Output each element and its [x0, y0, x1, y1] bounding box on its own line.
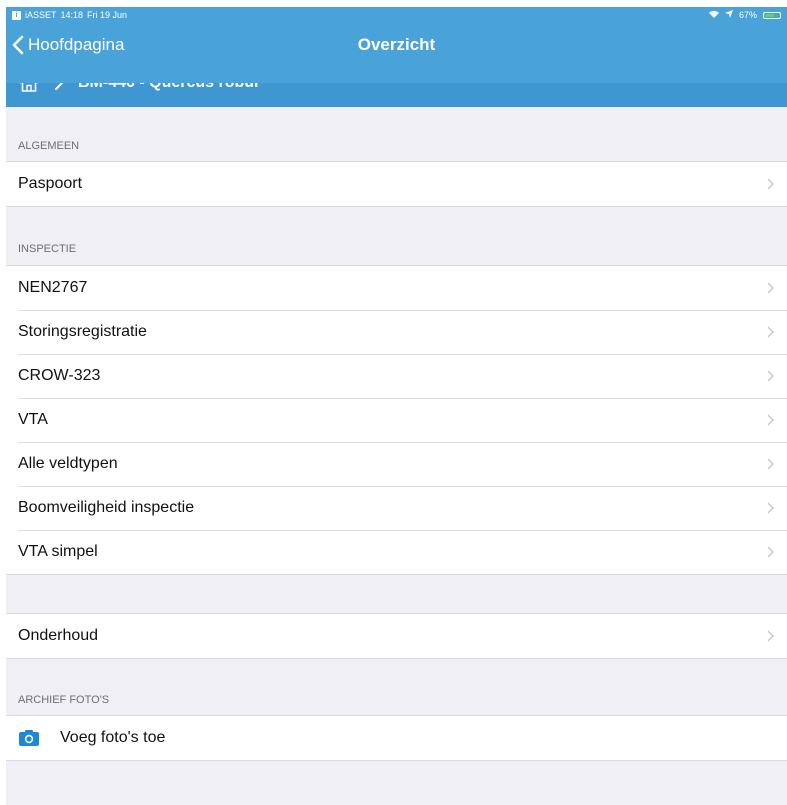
back-button[interactable]: Hoofdpagina [12, 23, 124, 67]
add-photo-button[interactable]: Voeg foto's toe [6, 716, 787, 760]
list-item-label: Paspoort [18, 175, 83, 192]
status-bar: i iASSET 14:18 Fri 19 Jun 67% [6, 7, 787, 23]
chevron-left-icon [12, 35, 24, 55]
add-photo-label: Voeg foto's toe [60, 729, 166, 746]
list-item-crow-323[interactable]: CROW-323 [6, 354, 787, 398]
section-header-inspectie: INSPECTIE [18, 243, 77, 255]
list-item-vta-simpel[interactable]: VTA simpel [6, 530, 787, 574]
list-item-label: Onderhoud [18, 627, 99, 644]
wifi-icon [708, 10, 719, 20]
list-item-label: Alle veldtypen [18, 455, 118, 472]
status-time: 14:18 [60, 10, 84, 20]
back-label: Hoofdpagina [28, 35, 125, 54]
chevron-right-icon [767, 282, 774, 294]
list-group-algemeen: Paspoort [6, 161, 787, 207]
chevron-right-icon [767, 458, 774, 470]
list-group-onderhoud: Onderhoud [6, 613, 787, 659]
status-app-name: iASSET [25, 10, 57, 20]
battery-level [765, 13, 775, 17]
navigation-bar: Hoofdpagina Overzicht [6, 23, 787, 83]
section-header-archief-fotos: ARCHIEF FOTO'S [18, 694, 110, 706]
list-group-archief-fotos: Voeg foto's toe [6, 715, 787, 761]
app-screen: i iASSET 14:18 Fri 19 Jun 67% Hoofdpagin… [6, 7, 787, 805]
section-header-algemeen: ALGEMEEN [18, 140, 80, 152]
list-item-vta[interactable]: VTA [6, 398, 787, 442]
chevron-right-icon [767, 502, 774, 514]
chevron-right-icon [767, 178, 774, 190]
chevron-right-icon [767, 630, 774, 642]
list-item-label: VTA [18, 411, 48, 428]
list-item-label: NEN2767 [18, 279, 88, 296]
app-logo-icon: i [12, 10, 21, 20]
list-item-label: Boomveiligheid inspectie [18, 499, 195, 516]
list-item-paspoort[interactable]: Paspoort [6, 162, 787, 206]
list-item-nen2767[interactable]: NEN2767 [6, 266, 787, 310]
camera-icon [19, 730, 39, 746]
location-icon [724, 10, 733, 20]
chevron-right-icon [767, 546, 774, 558]
battery-icon [763, 11, 781, 19]
list-item-label: CROW-323 [18, 367, 101, 384]
list-item-label: VTA simpel [18, 543, 98, 560]
list-item-onderhoud[interactable]: Onderhoud [6, 614, 787, 658]
chevron-right-icon [767, 326, 774, 338]
chevron-right-icon [767, 414, 774, 426]
list-item-label: Storingsregistratie [18, 323, 147, 340]
list-item-boomveiligheid-inspectie[interactable]: Boomveiligheid inspectie [6, 486, 787, 530]
list-item-storingsregistratie[interactable]: Storingsregistratie [6, 310, 787, 354]
battery-percentage: 67% [738, 10, 757, 20]
chevron-right-icon [767, 370, 774, 382]
list-item-alle-veldtypen[interactable]: Alle veldtypen [6, 442, 787, 486]
status-date: Fri 19 Jun [87, 10, 128, 20]
list-group-inspectie: NEN2767 Storingsregistratie CROW-323 VTA… [6, 265, 787, 575]
